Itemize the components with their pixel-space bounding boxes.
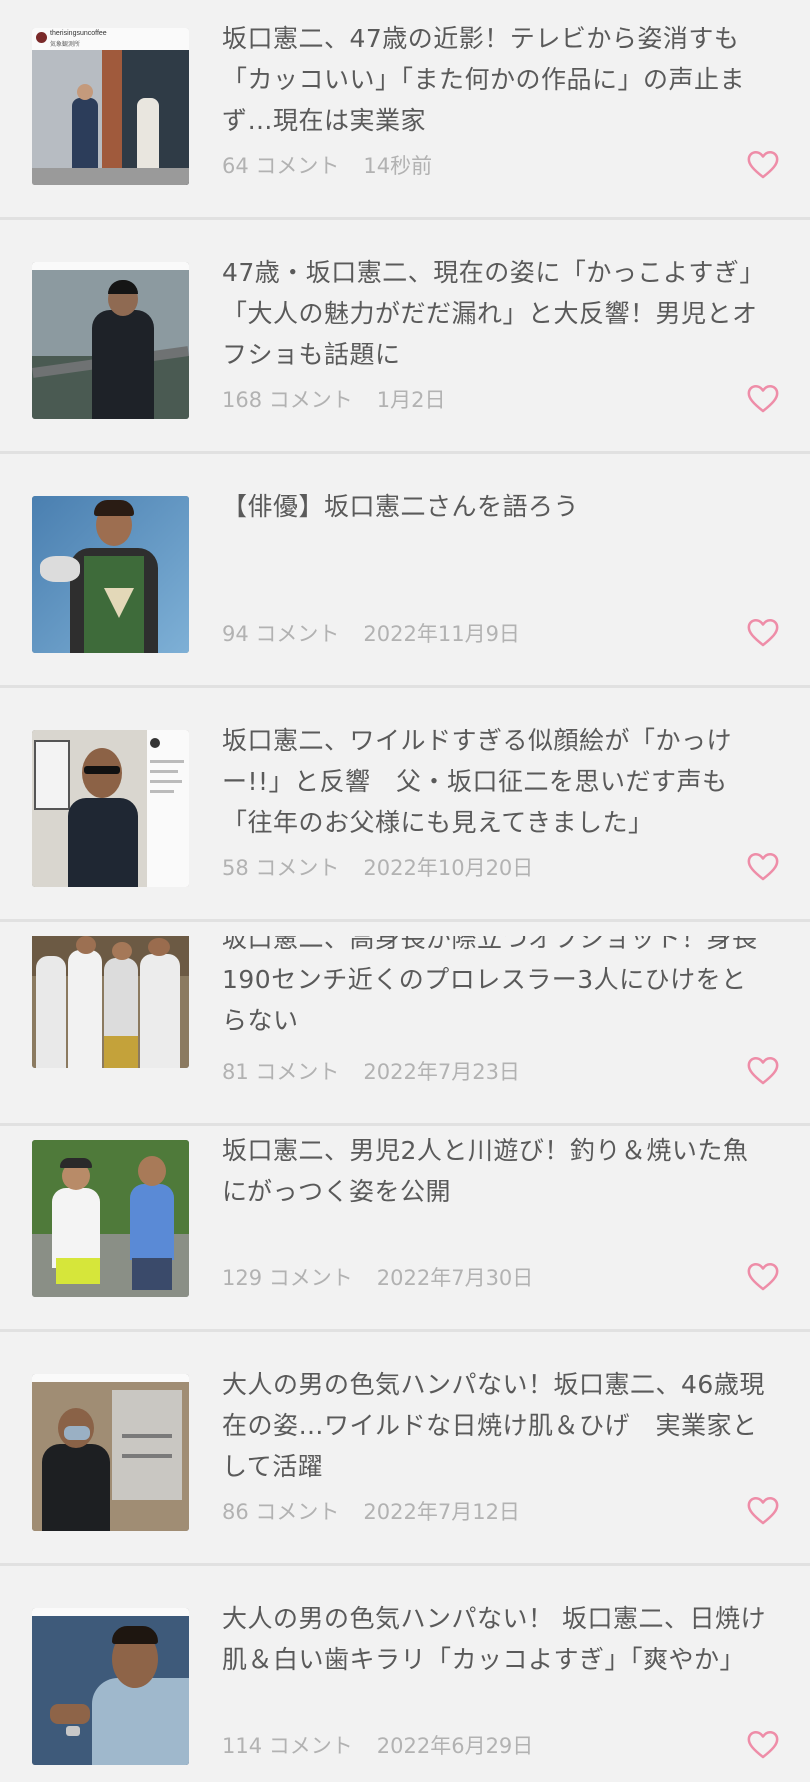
list-item[interactable]: 坂口憲二、高身長が際立つオフショット！身長190センチ近くのプロレスラー3人にひ…	[0, 936, 810, 1126]
article-date: 2022年6月29日	[376, 1734, 534, 1758]
heart-outline-icon[interactable]	[746, 1728, 780, 1762]
comment-count: 168 コメント	[222, 388, 353, 412]
article-date: 2022年11月9日	[363, 622, 520, 646]
article-title[interactable]: 大人の男の色気ハンパない！坂口憲二、46歳現在の姿…ワイルドな日焼け肌＆ひげ 実…	[222, 1364, 772, 1487]
article-thumbnail[interactable]	[32, 1140, 189, 1297]
article-thumbnail[interactable]	[32, 936, 189, 1068]
article-meta: 81 コメント 2022年7月23日	[222, 1056, 520, 1086]
thumb-subcaption: 気象観測所	[50, 42, 81, 48]
article-title[interactable]: 坂口憲二、男児2人と川遊び！釣り＆焼いた魚にがっつく姿を公開	[222, 1130, 772, 1212]
article-title[interactable]: 坂口憲二、47歳の近影！テレビから姿消すも「カッコいい」「また何かの作品に」の声…	[222, 18, 772, 141]
heart-outline-icon[interactable]	[746, 850, 780, 884]
comment-count: 64 コメント	[222, 154, 340, 178]
article-date: 2022年7月12日	[363, 1500, 520, 1524]
article-title[interactable]: 坂口憲二、高身長が際立つオフショット！身長190センチ近くのプロレスラー3人にひ…	[222, 936, 772, 1041]
list-item[interactable]: 47歳・坂口憲二、現在の姿に「かっこよすぎ」「大人の魅力がだだ漏れ」と大反響！男…	[0, 234, 810, 454]
heart-outline-icon[interactable]	[746, 616, 780, 650]
thumb-caption: therisingsuncoffee	[50, 30, 107, 37]
heart-outline-icon[interactable]	[746, 1260, 780, 1294]
list-item[interactable]: 坂口憲二、ワイルドすぎる似顔絵が「かっけー!!」と反響 父・坂口征二を思いだす声…	[0, 702, 810, 922]
heart-outline-icon[interactable]	[746, 148, 780, 182]
heart-outline-icon[interactable]	[746, 382, 780, 416]
article-meta: 94 コメント 2022年11月9日	[222, 618, 520, 648]
article-meta: 86 コメント 2022年7月12日	[222, 1496, 520, 1526]
list-item[interactable]: 坂口憲二、男児2人と川遊び！釣り＆焼いた魚にがっつく姿を公開 129 コメント 2…	[0, 1112, 810, 1332]
comment-count: 94 コメント	[222, 622, 340, 646]
heart-outline-icon[interactable]	[746, 1494, 780, 1528]
article-title[interactable]: 47歳・坂口憲二、現在の姿に「かっこよすぎ」「大人の魅力がだだ漏れ」と大反響！男…	[222, 252, 772, 375]
article-thumbnail[interactable]	[32, 1608, 189, 1765]
article-meta: 129 コメント 2022年7月30日	[222, 1262, 533, 1292]
comment-count: 114 コメント	[222, 1734, 353, 1758]
heart-outline-icon[interactable]	[746, 1054, 780, 1088]
article-meta: 64 コメント 14秒前	[222, 150, 432, 180]
list-item[interactable]: 【俳優】坂口憲二さんを語ろう 94 コメント 2022年11月9日	[0, 468, 810, 688]
article-date: 2022年7月30日	[376, 1266, 534, 1290]
comment-count: 81 コメント	[222, 1060, 340, 1084]
list-item[interactable]: therisingsuncoffee 気象観測所 坂口憲二、47歳の近影！テレビ…	[0, 0, 810, 220]
article-title[interactable]: 坂口憲二、ワイルドすぎる似顔絵が「かっけー!!」と反響 父・坂口征二を思いだす声…	[222, 720, 772, 843]
article-meta: 58 コメント 2022年10月20日	[222, 852, 533, 882]
article-thumbnail[interactable]	[32, 730, 189, 887]
article-title[interactable]: 【俳優】坂口憲二さんを語ろう	[222, 486, 772, 527]
list-item[interactable]: 大人の男の色気ハンパない！坂口憲二、46歳現在の姿…ワイルドな日焼け肌＆ひげ 実…	[0, 1346, 810, 1566]
article-date: 2022年10月20日	[363, 856, 534, 880]
article-meta: 114 コメント 2022年6月29日	[222, 1730, 533, 1760]
article-title[interactable]: 大人の男の色気ハンパない！ 坂口憲二、日焼け肌＆白い歯キラリ「カッコよすぎ」「爽…	[222, 1598, 772, 1680]
article-date: 14秒前	[363, 154, 433, 178]
article-meta: 168 コメント 1月2日	[222, 384, 446, 414]
article-thumbnail[interactable]	[32, 496, 189, 653]
list-item[interactable]: 大人の男の色気ハンパない！ 坂口憲二、日焼け肌＆白い歯キラリ「カッコよすぎ」「爽…	[0, 1580, 810, 1782]
article-date: 1月2日	[376, 388, 446, 412]
article-list: therisingsuncoffee 気象観測所 坂口憲二、47歳の近影！テレビ…	[0, 0, 810, 1782]
article-thumbnail[interactable]	[32, 1374, 189, 1531]
comment-count: 58 コメント	[222, 856, 340, 880]
article-thumbnail[interactable]: therisingsuncoffee 気象観測所	[32, 28, 189, 185]
article-thumbnail[interactable]	[32, 262, 189, 419]
comment-count: 86 コメント	[222, 1500, 340, 1524]
comment-count: 129 コメント	[222, 1266, 353, 1290]
article-date: 2022年7月23日	[363, 1060, 520, 1084]
